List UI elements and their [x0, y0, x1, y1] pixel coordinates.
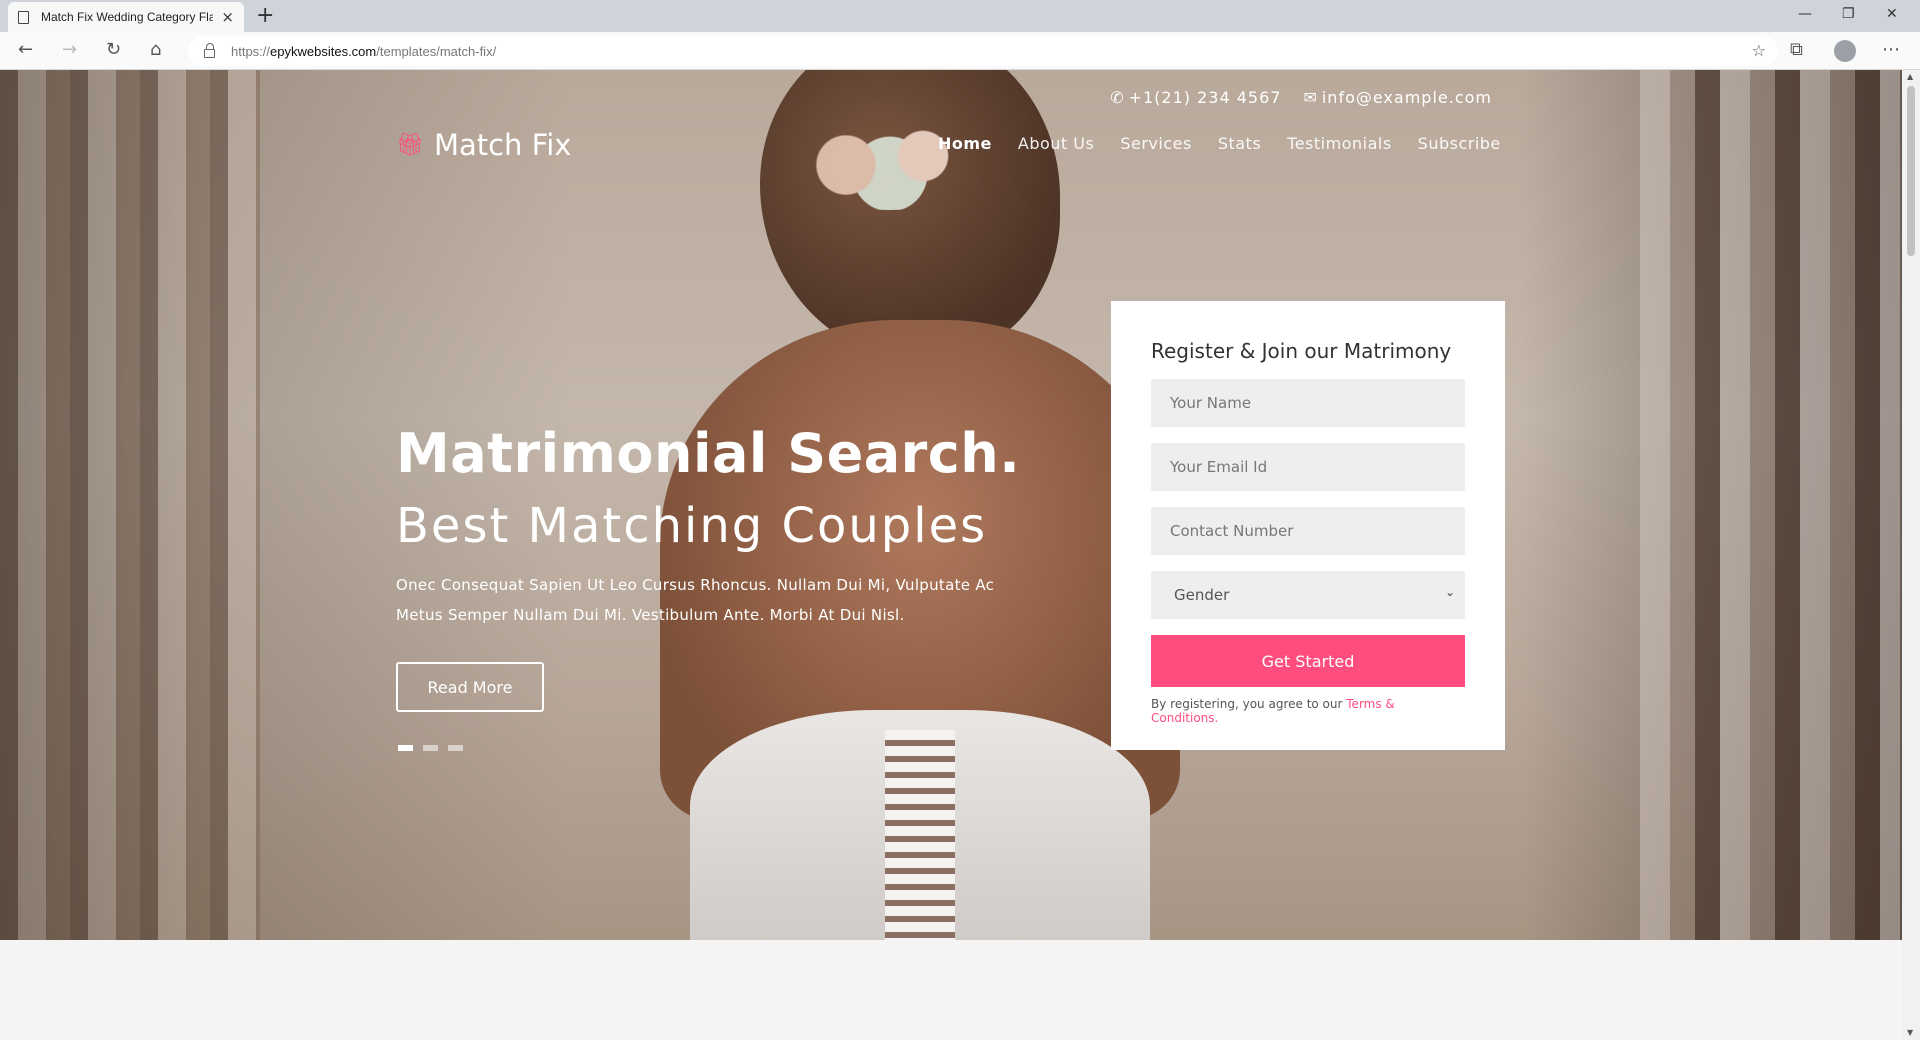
slider-dot-1[interactable]: [398, 745, 413, 751]
nav-services[interactable]: Services: [1120, 134, 1191, 153]
main-nav: Home About Us Services Stats Testimonial…: [938, 134, 1501, 153]
contact-number-input[interactable]: [1151, 507, 1465, 555]
nav-home[interactable]: Home: [938, 134, 992, 153]
profile-avatar[interactable]: [1834, 40, 1856, 62]
slider-dot-2[interactable]: [423, 745, 438, 751]
close-window-icon[interactable]: ✕: [1886, 6, 1898, 22]
hero-image-curtain-right: [1640, 70, 1900, 940]
hero-image-curtain-left: [0, 70, 260, 940]
contact-bar: ✆ +1(21) 234 4567 ✉ info@example.com: [1110, 88, 1492, 107]
address-bar[interactable]: https://epykwebsites.com/templates/match…: [188, 36, 1778, 66]
nav-testimonials[interactable]: Testimonials: [1287, 134, 1392, 153]
more-menu-icon[interactable]: ⋯: [1882, 39, 1900, 60]
forward-icon[interactable]: →: [62, 39, 77, 60]
hero-headline: Matrimonial Search.: [396, 422, 1021, 485]
form-title: Register & Join our Matrimony: [1151, 339, 1452, 363]
slider-dot-3[interactable]: [448, 745, 463, 751]
name-input[interactable]: [1151, 379, 1465, 427]
browser-tab-strip: Match Fix Wedding Category Fla × + — ❐ ✕: [0, 0, 1920, 32]
scroll-up-icon[interactable]: ▲: [1907, 72, 1913, 81]
nav-stats[interactable]: Stats: [1218, 134, 1261, 153]
back-icon[interactable]: ←: [18, 39, 33, 60]
hero-description: Onec Consequat Sapien Ut Leo Cursus Rhon…: [396, 576, 995, 624]
url-text: https://epykwebsites.com/templates/match…: [231, 43, 497, 59]
chevron-down-icon: ⌄: [1444, 585, 1455, 599]
favorite-star-icon[interactable]: ☆: [1752, 41, 1766, 60]
brand-logo[interactable]: 🎁︎ Match Fix: [396, 128, 571, 162]
nav-about-us[interactable]: About Us: [1018, 134, 1094, 153]
brand-name: Match Fix: [433, 128, 572, 162]
nav-subscribe[interactable]: Subscribe: [1418, 134, 1501, 153]
terms-note: By registering, you agree to our Terms &…: [1151, 697, 1395, 725]
hero-subheadline: Best Matching Couples: [396, 498, 988, 554]
page-scrollbar[interactable]: ▲ ▼: [1902, 70, 1920, 1040]
reload-icon[interactable]: ↻: [106, 39, 121, 60]
scrollbar-thumb[interactable]: [1907, 86, 1915, 256]
slider-dots: [398, 745, 463, 751]
collections-icon[interactable]: ⧉: [1790, 39, 1803, 60]
tab-close-icon[interactable]: ×: [221, 8, 234, 26]
web-page: ✆ +1(21) 234 4567 ✉ info@example.com 🎁︎ Ma…: [0, 70, 1902, 1040]
tab-title: Match Fix Wedding Category Fla: [41, 10, 214, 24]
new-tab-icon[interactable]: +: [256, 3, 274, 28]
hero-section: ✆ +1(21) 234 4567 ✉ info@example.com 🎁︎ Ma…: [0, 70, 1902, 940]
lock-icon: [204, 43, 215, 58]
home-icon[interactable]: ⌂: [150, 39, 161, 60]
page-icon: [18, 10, 29, 24]
browser-toolbar: ← → ↻ ⌂ https://epykwebsites.com/templat…: [0, 32, 1920, 70]
email-link[interactable]: ✉ info@example.com: [1303, 88, 1492, 107]
phone-link[interactable]: ✆ +1(21) 234 4567: [1110, 88, 1281, 107]
scroll-down-icon[interactable]: ▼: [1907, 1028, 1913, 1037]
envelope-icon: ✉: [1303, 88, 1318, 107]
minimize-icon[interactable]: —: [1798, 6, 1812, 22]
gender-select-value: Gender: [1174, 586, 1230, 604]
register-form: Register & Join our Matrimony Gender ⌄ G…: [1111, 301, 1505, 750]
restore-icon[interactable]: ❐: [1842, 6, 1855, 22]
phone-icon: ✆: [1110, 88, 1125, 107]
browser-tab[interactable]: Match Fix Wedding Category Fla ×: [8, 2, 244, 32]
get-started-button[interactable]: Get Started: [1151, 635, 1465, 687]
read-more-button[interactable]: Read More: [396, 662, 544, 712]
email-input[interactable]: [1151, 443, 1465, 491]
gender-select[interactable]: Gender ⌄: [1151, 571, 1465, 619]
gift-icon: 🎁︎: [396, 132, 424, 158]
